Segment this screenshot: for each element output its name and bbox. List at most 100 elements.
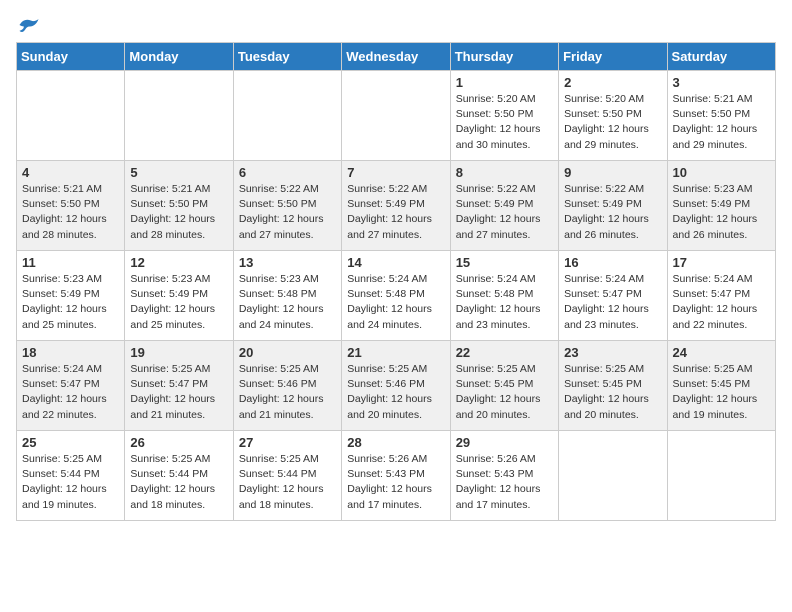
- day-info: Sunrise: 5:24 AMSunset: 5:47 PMDaylight:…: [564, 272, 661, 333]
- day-number: 22: [456, 345, 553, 360]
- calendar-week-row: 18 Sunrise: 5:24 AMSunset: 5:47 PMDayligh…: [17, 341, 776, 431]
- day-number: 18: [22, 345, 119, 360]
- day-number: 25: [22, 435, 119, 450]
- logo: [16, 16, 40, 34]
- calendar-cell: 24 Sunrise: 5:25 AMSunset: 5:45 PMDayligh…: [667, 341, 775, 431]
- day-info: Sunrise: 5:25 AMSunset: 5:46 PMDaylight:…: [239, 362, 336, 423]
- logo-bird-icon: [18, 16, 40, 34]
- day-info: Sunrise: 5:24 AMSunset: 5:47 PMDaylight:…: [22, 362, 119, 423]
- calendar-header-thursday: Thursday: [450, 43, 558, 71]
- calendar-cell: 15 Sunrise: 5:24 AMSunset: 5:48 PMDayligh…: [450, 251, 558, 341]
- day-number: 29: [456, 435, 553, 450]
- calendar-week-row: 25 Sunrise: 5:25 AMSunset: 5:44 PMDayligh…: [17, 431, 776, 521]
- calendar-cell: 17 Sunrise: 5:24 AMSunset: 5:47 PMDayligh…: [667, 251, 775, 341]
- day-info: Sunrise: 5:23 AMSunset: 5:48 PMDaylight:…: [239, 272, 336, 333]
- day-info: Sunrise: 5:23 AMSunset: 5:49 PMDaylight:…: [130, 272, 227, 333]
- day-info: Sunrise: 5:25 AMSunset: 5:44 PMDaylight:…: [130, 452, 227, 513]
- calendar-cell: 9 Sunrise: 5:22 AMSunset: 5:49 PMDaylight…: [559, 161, 667, 251]
- day-number: 16: [564, 255, 661, 270]
- day-number: 3: [673, 75, 770, 90]
- calendar-header-saturday: Saturday: [667, 43, 775, 71]
- day-number: 12: [130, 255, 227, 270]
- calendar-cell: 26 Sunrise: 5:25 AMSunset: 5:44 PMDayligh…: [125, 431, 233, 521]
- calendar-cell: 3 Sunrise: 5:21 AMSunset: 5:50 PMDaylight…: [667, 71, 775, 161]
- calendar-cell: 20 Sunrise: 5:25 AMSunset: 5:46 PMDayligh…: [233, 341, 341, 431]
- calendar-week-row: 11 Sunrise: 5:23 AMSunset: 5:49 PMDayligh…: [17, 251, 776, 341]
- day-info: Sunrise: 5:25 AMSunset: 5:45 PMDaylight:…: [673, 362, 770, 423]
- day-number: 26: [130, 435, 227, 450]
- calendar-cell: [559, 431, 667, 521]
- calendar-cell: 27 Sunrise: 5:25 AMSunset: 5:44 PMDayligh…: [233, 431, 341, 521]
- day-info: Sunrise: 5:22 AMSunset: 5:50 PMDaylight:…: [239, 182, 336, 243]
- day-number: 24: [673, 345, 770, 360]
- page-header: [16, 16, 776, 34]
- day-number: 8: [456, 165, 553, 180]
- calendar-cell: 22 Sunrise: 5:25 AMSunset: 5:45 PMDayligh…: [450, 341, 558, 431]
- day-number: 7: [347, 165, 444, 180]
- calendar-cell: 23 Sunrise: 5:25 AMSunset: 5:45 PMDayligh…: [559, 341, 667, 431]
- day-number: 9: [564, 165, 661, 180]
- day-info: Sunrise: 5:22 AMSunset: 5:49 PMDaylight:…: [456, 182, 553, 243]
- day-info: Sunrise: 5:22 AMSunset: 5:49 PMDaylight:…: [347, 182, 444, 243]
- calendar-cell: 11 Sunrise: 5:23 AMSunset: 5:49 PMDayligh…: [17, 251, 125, 341]
- day-number: 6: [239, 165, 336, 180]
- calendar-header-tuesday: Tuesday: [233, 43, 341, 71]
- day-info: Sunrise: 5:21 AMSunset: 5:50 PMDaylight:…: [22, 182, 119, 243]
- day-number: 17: [673, 255, 770, 270]
- day-number: 11: [22, 255, 119, 270]
- calendar-week-row: 4 Sunrise: 5:21 AMSunset: 5:50 PMDaylight…: [17, 161, 776, 251]
- day-number: 27: [239, 435, 336, 450]
- day-info: Sunrise: 5:24 AMSunset: 5:47 PMDaylight:…: [673, 272, 770, 333]
- calendar-cell: 4 Sunrise: 5:21 AMSunset: 5:50 PMDaylight…: [17, 161, 125, 251]
- day-number: 10: [673, 165, 770, 180]
- day-number: 5: [130, 165, 227, 180]
- day-info: Sunrise: 5:22 AMSunset: 5:49 PMDaylight:…: [564, 182, 661, 243]
- day-number: 1: [456, 75, 553, 90]
- calendar-cell: 14 Sunrise: 5:24 AMSunset: 5:48 PMDayligh…: [342, 251, 450, 341]
- day-number: 15: [456, 255, 553, 270]
- day-info: Sunrise: 5:23 AMSunset: 5:49 PMDaylight:…: [673, 182, 770, 243]
- day-info: Sunrise: 5:25 AMSunset: 5:46 PMDaylight:…: [347, 362, 444, 423]
- calendar-table: SundayMondayTuesdayWednesdayThursdayFrid…: [16, 42, 776, 521]
- day-number: 2: [564, 75, 661, 90]
- calendar-cell: [125, 71, 233, 161]
- calendar-header-monday: Monday: [125, 43, 233, 71]
- calendar-week-row: 1 Sunrise: 5:20 AMSunset: 5:50 PMDaylight…: [17, 71, 776, 161]
- day-number: 14: [347, 255, 444, 270]
- calendar-cell: 29Sunrise: 5:26 AMSunset: 5:43 PMDayligh…: [450, 431, 558, 521]
- day-number: 20: [239, 345, 336, 360]
- calendar-cell: 21 Sunrise: 5:25 AMSunset: 5:46 PMDayligh…: [342, 341, 450, 431]
- calendar-cell: 18 Sunrise: 5:24 AMSunset: 5:47 PMDayligh…: [17, 341, 125, 431]
- day-info: Sunrise: 5:20 AMSunset: 5:50 PMDaylight:…: [564, 92, 661, 153]
- calendar-cell: 13 Sunrise: 5:23 AMSunset: 5:48 PMDayligh…: [233, 251, 341, 341]
- calendar-cell: 10 Sunrise: 5:23 AMSunset: 5:49 PMDayligh…: [667, 161, 775, 251]
- day-number: 4: [22, 165, 119, 180]
- day-info: Sunrise: 5:24 AMSunset: 5:48 PMDaylight:…: [456, 272, 553, 333]
- day-info: Sunrise: 5:26 AMSunset: 5:43 PMDaylight:…: [347, 452, 444, 513]
- calendar-cell: 7 Sunrise: 5:22 AMSunset: 5:49 PMDaylight…: [342, 161, 450, 251]
- day-info: Sunrise: 5:25 AMSunset: 5:44 PMDaylight:…: [239, 452, 336, 513]
- day-number: 23: [564, 345, 661, 360]
- calendar-cell: [342, 71, 450, 161]
- day-number: 19: [130, 345, 227, 360]
- calendar-cell: 8 Sunrise: 5:22 AMSunset: 5:49 PMDaylight…: [450, 161, 558, 251]
- calendar-cell: 1Sunrise: 5:20 AMSunset: 5:50 PMDaylight…: [450, 71, 558, 161]
- calendar-cell: [667, 431, 775, 521]
- day-info: Sunrise: 5:24 AMSunset: 5:48 PMDaylight:…: [347, 272, 444, 333]
- calendar-cell: 6 Sunrise: 5:22 AMSunset: 5:50 PMDaylight…: [233, 161, 341, 251]
- day-info: Sunrise: 5:25 AMSunset: 5:47 PMDaylight:…: [130, 362, 227, 423]
- day-number: 13: [239, 255, 336, 270]
- calendar-cell: 2 Sunrise: 5:20 AMSunset: 5:50 PMDaylight…: [559, 71, 667, 161]
- calendar-cell: 16 Sunrise: 5:24 AMSunset: 5:47 PMDayligh…: [559, 251, 667, 341]
- calendar-cell: 12 Sunrise: 5:23 AMSunset: 5:49 PMDayligh…: [125, 251, 233, 341]
- calendar-cell: 5Sunrise: 5:21 AMSunset: 5:50 PMDaylight…: [125, 161, 233, 251]
- calendar-cell: 28Sunrise: 5:26 AMSunset: 5:43 PMDayligh…: [342, 431, 450, 521]
- calendar-cell: 19 Sunrise: 5:25 AMSunset: 5:47 PMDayligh…: [125, 341, 233, 431]
- day-info: Sunrise: 5:25 AMSunset: 5:45 PMDaylight:…: [456, 362, 553, 423]
- day-number: 21: [347, 345, 444, 360]
- calendar-header-row: SundayMondayTuesdayWednesdayThursdayFrid…: [17, 43, 776, 71]
- day-info: Sunrise: 5:25 AMSunset: 5:45 PMDaylight:…: [564, 362, 661, 423]
- day-info: Sunrise: 5:21 AMSunset: 5:50 PMDaylight:…: [673, 92, 770, 153]
- calendar-cell: 25Sunrise: 5:25 AMSunset: 5:44 PMDayligh…: [17, 431, 125, 521]
- day-info: Sunrise: 5:23 AMSunset: 5:49 PMDaylight:…: [22, 272, 119, 333]
